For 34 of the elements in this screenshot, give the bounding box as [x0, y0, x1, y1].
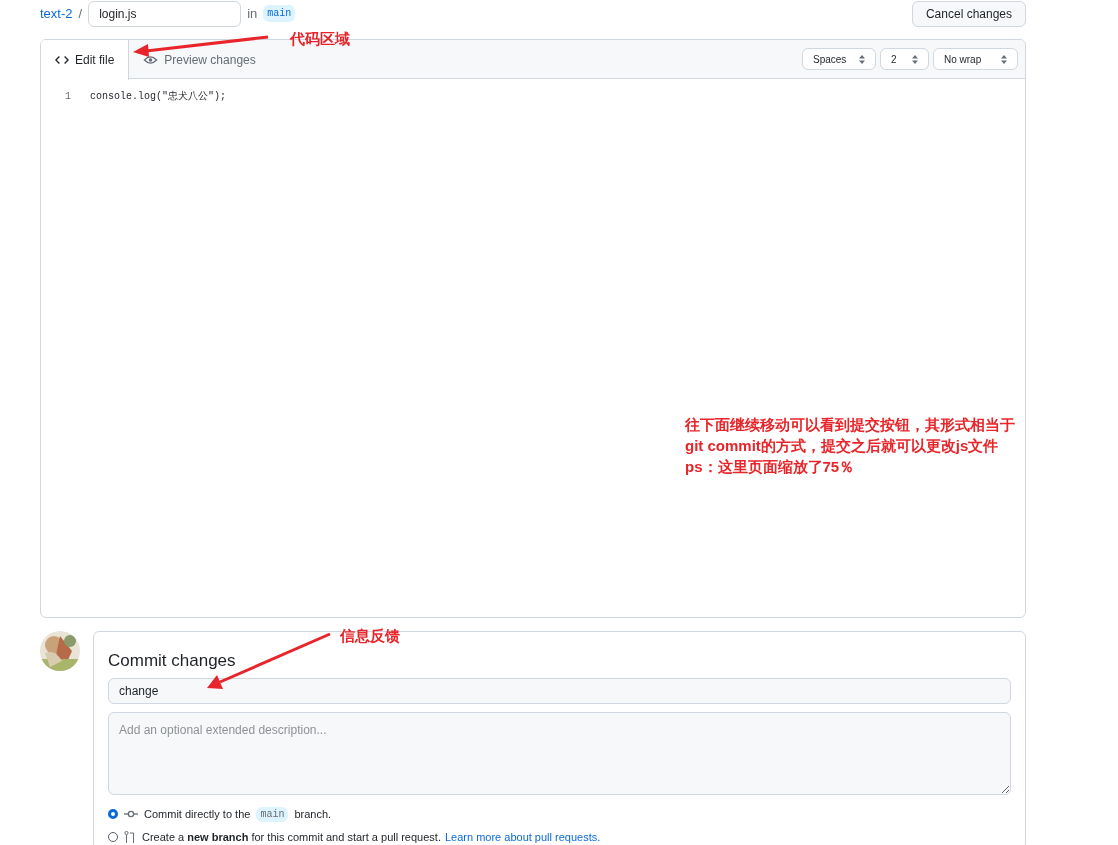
branch-label: main [263, 5, 296, 22]
sort-caret-icon [912, 54, 918, 64]
annotation-text: 往下面继续移动可以看到提交按钮，其形式相当于 [685, 415, 1015, 435]
annotation-text: ps：这里页面缩放了75％ [685, 457, 856, 477]
line-number: 1 [64, 89, 71, 104]
in-label: in [247, 4, 258, 23]
code-line: console.log("忠犬八公"); [90, 89, 226, 104]
radio-button[interactable] [108, 809, 118, 819]
select-dropdown[interactable]: Spaces [802, 48, 876, 70]
commit-summary-field[interactable]: change [108, 678, 1011, 704]
filename-field[interactable]: login.js [88, 0, 242, 27]
learn-more-link[interactable]: Learn more about pull requests. [444, 828, 601, 845]
cancel-changes-button[interactable]: Cancel changes [911, 0, 1026, 27]
sort-caret-icon [1001, 54, 1007, 64]
editor-tab[interactable]: Preview changes [129, 40, 270, 79]
select-dropdown[interactable]: No wrap [933, 48, 1018, 70]
code-icon [55, 53, 69, 67]
path-separator: / [78, 4, 83, 23]
sort-caret-icon [859, 54, 865, 64]
option-label: Commit directly to the [144, 806, 251, 822]
option-label: Create a new branch for this commit and start a pull request. [142, 829, 441, 845]
select-dropdown[interactable]: 2 [880, 48, 929, 70]
description-field[interactable]: Add an optional extended description... [108, 712, 1011, 795]
editor-tab[interactable]: Edit file [41, 40, 130, 80]
radio-button[interactable] [108, 832, 118, 842]
annotation-label: 信息反馈 [340, 626, 400, 646]
branch-label: main [256, 806, 289, 822]
commit-title: Commit changes [108, 650, 237, 672]
repo-link[interactable]: text-2 [40, 3, 73, 24]
pull-request-icon [124, 831, 136, 843]
annotation-label: 代码区域 [290, 29, 350, 49]
annotation-text: git commit的方式，提交之后就可以更改js文件 [685, 436, 1000, 456]
option-label: branch. [294, 806, 332, 822]
commit-icon [124, 809, 138, 819]
